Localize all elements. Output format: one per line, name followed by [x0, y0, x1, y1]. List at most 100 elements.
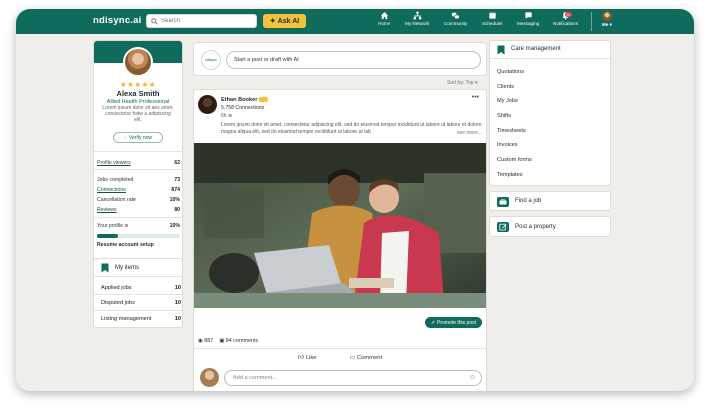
menu-item-custom-forms[interactable]: Custom forms	[497, 157, 532, 163]
post-actions: 👍︎ Like ▭ Comment	[194, 350, 486, 365]
completion-label: Your profile is	[97, 223, 129, 229]
stat-reviews[interactable]: Reviews 80	[97, 207, 180, 213]
profile-avatar[interactable]	[123, 47, 153, 77]
rating-stars: ★★★★★	[119, 80, 157, 89]
nav-home[interactable]: Home	[378, 11, 390, 26]
post-composer: ndisync Start a post or draft with AI	[193, 42, 487, 76]
nav-my-network[interactable]: My Network	[405, 11, 429, 26]
nav-messaging[interactable]: Messaging	[517, 11, 539, 26]
stat-connections[interactable]: Connections 874	[97, 187, 180, 193]
verify-now-button[interactable]: ◌ Verify now	[113, 132, 163, 143]
my-items-title: My items	[115, 265, 139, 271]
care-management-card: Care management Quotations Clients My Jo…	[489, 40, 611, 186]
stat-jobs-completed: Jobs completed 73	[97, 177, 180, 183]
like-button[interactable]: 👍︎ Like	[298, 354, 317, 362]
item-value: 10	[174, 316, 181, 322]
edit-icon	[497, 222, 509, 232]
post-author-line: Ethan Booker	[221, 97, 269, 103]
search-box[interactable]	[146, 14, 257, 28]
reaction-icon: ◉	[198, 338, 203, 344]
nav-me[interactable]: Me ▾	[602, 11, 612, 28]
post-time-text: 5h	[221, 113, 227, 119]
care-management-header: Care management	[490, 41, 610, 59]
crown-icon	[259, 97, 269, 103]
reactions-value: 887	[204, 338, 214, 344]
add-comment-input[interactable]: Add a comment... ☺	[224, 370, 482, 386]
nav-label: Me ▾	[602, 22, 612, 27]
nav-divider	[591, 12, 592, 31]
post-image[interactable]	[194, 143, 486, 308]
menu-item-timesheets[interactable]: Timesheets	[497, 128, 526, 134]
post-author-name[interactable]: Ethan Booker	[221, 97, 257, 103]
community-icon	[452, 12, 460, 19]
comment-button[interactable]: ▭ Comment	[350, 355, 383, 361]
find-job-label: Find a job	[515, 198, 542, 204]
nav-scheduler[interactable]: Scheduler	[482, 11, 503, 26]
start-post-input[interactable]: Start a post or draft with AI	[226, 51, 481, 69]
shield-icon: ◌	[123, 134, 127, 141]
app-window: ndisync.ai ✦ Ask AI Home My Network Comm…	[16, 9, 694, 391]
notification-badge: 20	[564, 12, 573, 17]
stat-value: 62	[174, 160, 180, 166]
menu-item-invoices[interactable]: Invoices	[497, 142, 518, 148]
stat-label: Reviews	[97, 207, 117, 213]
my-item-applied-jobs[interactable]: Applied jobs 10	[101, 285, 181, 291]
divider	[194, 348, 486, 349]
profile-bio: Lorem ipsum dolor sit aes amet, consecte…	[102, 105, 174, 123]
my-items-card: My items Applied jobs 10 Disputed jobs 10 …	[93, 258, 183, 328]
profile-name[interactable]: Alexa Smith	[94, 89, 182, 98]
nav-notifications[interactable]: 20 Notifications	[553, 11, 578, 26]
calendar-icon	[489, 12, 496, 19]
comments-count[interactable]: ▣ 84 comments	[219, 338, 258, 344]
profile-card: ★★★★★ Alexa Smith Allied Health Professi…	[93, 40, 183, 281]
nav-community[interactable]: Community	[444, 11, 467, 26]
item-label: Applied jobs	[101, 285, 132, 291]
emoji-icon[interactable]: ☺	[469, 374, 476, 381]
ask-ai-button[interactable]: ✦ Ask AI	[263, 14, 306, 28]
nav-label: Notifications	[553, 21, 579, 26]
reactions-count[interactable]: ◉ 887	[198, 338, 213, 344]
item-label: Listing management	[101, 316, 152, 322]
promote-post-button[interactable]: ➚ Promote this post	[424, 317, 482, 328]
divider	[94, 294, 182, 295]
commenter-avatar	[200, 368, 219, 387]
avatar	[602, 11, 612, 21]
globe-icon: ⊕	[227, 113, 233, 119]
nav-label: Home	[378, 21, 391, 26]
post-options-icon[interactable]: •••	[472, 94, 479, 101]
nav-label: Community	[444, 21, 468, 26]
divider	[94, 310, 182, 311]
stat-profile-viewers[interactable]: Profile viewers 62	[97, 160, 180, 166]
menu-item-shifts[interactable]: Shifts	[497, 113, 511, 119]
search-input[interactable]	[161, 18, 251, 24]
see-more-link[interactable]: see more...	[454, 130, 482, 136]
top-navigation-bar: ndisync.ai ✦ Ask AI Home My Network Comm…	[16, 9, 694, 34]
briefcase-icon	[497, 197, 509, 207]
post-text: Lorem ipsum dolor sit amet, consectetur …	[221, 122, 482, 135]
post-property-label: Post a property	[515, 224, 556, 230]
menu-item-clients[interactable]: Clients	[497, 84, 514, 90]
divider	[94, 169, 182, 170]
my-item-disputed-jobs[interactable]: Disputed jobs 10	[101, 300, 181, 306]
menu-item-templates[interactable]: Templates	[497, 172, 523, 178]
post-time: 5h ⊕	[221, 113, 232, 119]
post-author-avatar[interactable]	[198, 95, 217, 114]
find-job-card[interactable]: Find a job	[489, 191, 611, 211]
post-stats: ◉ 887 ▣ 84 comments	[198, 338, 258, 344]
stat-label: Profile viewers	[97, 160, 131, 166]
resume-account-setup-link[interactable]: Resume account setup	[97, 242, 154, 248]
divider	[94, 276, 182, 277]
verify-label: Verify now	[128, 134, 153, 141]
completion-value: 10%	[169, 223, 180, 229]
menu-item-my-jobs[interactable]: My Jobs	[497, 98, 518, 104]
sort-by-dropdown[interactable]: Sort by: Top ▾	[447, 80, 478, 86]
bookmark-icon	[497, 45, 505, 55]
post-author-connections: 5,758 Connections	[221, 105, 265, 111]
like-label: Like	[305, 354, 317, 361]
my-item-listing-management[interactable]: Listing management 10	[101, 316, 181, 322]
nav-label: My Network	[405, 21, 430, 26]
item-value: 10	[174, 300, 181, 306]
post-property-card[interactable]: Post a property	[489, 216, 611, 237]
menu-item-quotations[interactable]: Quotations	[497, 69, 524, 75]
logo[interactable]: ndisync.ai	[93, 15, 141, 26]
